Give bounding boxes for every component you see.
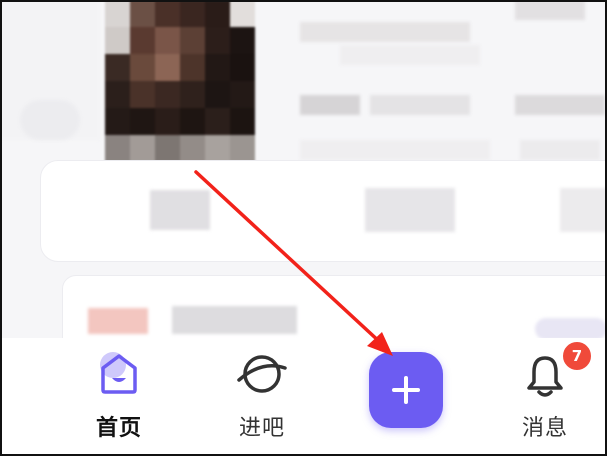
post-card[interactable] <box>40 160 607 262</box>
tab-home[interactable]: 首页 <box>64 338 174 456</box>
bottom-nav: 首页 进吧 消息 <box>0 338 607 456</box>
feed-content <box>0 0 607 342</box>
messages-badge: 7 <box>561 340 593 372</box>
home-icon <box>95 350 143 400</box>
tab-jinba-label: 进吧 <box>238 416 285 441</box>
tab-messages-label: 消息 <box>521 416 568 441</box>
avatar-thumbnail[interactable] <box>105 0 255 162</box>
create-post-button[interactable] <box>369 352 443 428</box>
planet-icon <box>235 350 289 402</box>
tab-jinba[interactable]: 进吧 <box>207 338 317 456</box>
tab-home-label: 首页 <box>95 416 142 441</box>
